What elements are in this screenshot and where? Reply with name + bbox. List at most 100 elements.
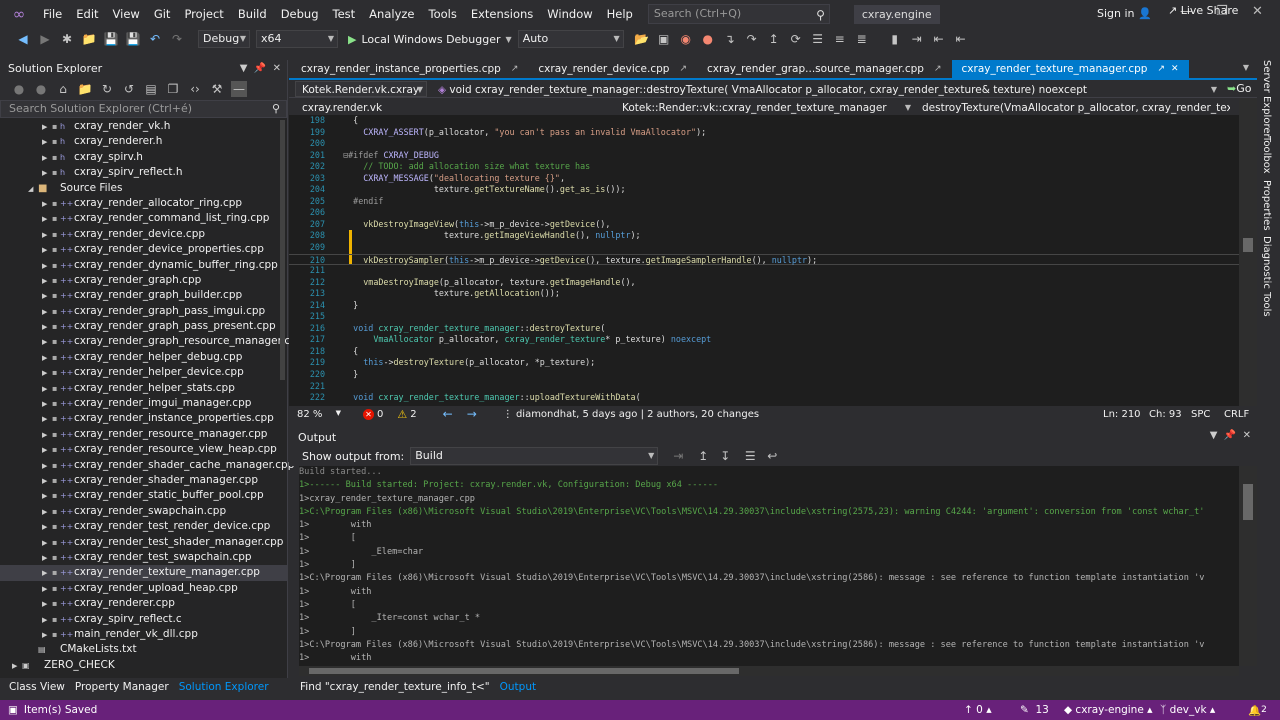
- pin-icon[interactable]: ↗: [934, 60, 942, 78]
- editor-tab[interactable]: cxray_render_grap...source_manager.cpp ↗: [697, 60, 952, 78]
- editor-tab[interactable]: cxray_render_texture_manager.cpp ↗ ✕: [951, 60, 1189, 78]
- branch-selector[interactable]: ᛉ dev_vk ▲: [1160, 704, 1215, 716]
- tree-file[interactable]: ▶ ▪ ++cxray_render_device_properties.cpp: [0, 242, 287, 257]
- word-wrap-icon[interactable]: ↩: [764, 448, 780, 464]
- collapsed-arrow-icon[interactable]: ▶: [42, 212, 52, 227]
- git-blame-info[interactable]: ⋮ diamondhat, 5 days ago | 2 authors, 20…: [503, 409, 759, 420]
- pending-changes-icon[interactable]: ↻: [99, 81, 115, 97]
- output-source-select[interactable]: Build ▼: [410, 447, 659, 465]
- tab-output[interactable]: Output: [495, 679, 541, 695]
- save-all-icon[interactable]: 💾: [125, 31, 141, 47]
- properties-wrench-icon[interactable]: ⚒: [209, 81, 225, 97]
- collapsed-arrow-icon[interactable]: ▶: [42, 597, 52, 612]
- tree-file[interactable]: ▤ CMakeLists.txt: [0, 642, 287, 657]
- back-icon[interactable]: ◀: [15, 31, 31, 47]
- configuration-select[interactable]: Debug ▼: [198, 30, 250, 48]
- uncomment-icon[interactable]: ≣: [854, 31, 870, 47]
- editor-tab[interactable]: cxray_render_device.cpp ↗: [528, 60, 697, 78]
- step-over-icon[interactable]: ↷: [744, 31, 760, 47]
- code-view-icon[interactable]: ‹›: [187, 81, 203, 97]
- menu-project[interactable]: Project: [177, 0, 230, 28]
- menu-view[interactable]: View: [106, 0, 147, 28]
- tree-file[interactable]: ▶ ▪ ++cxray_render_dynamic_buffer_ring.cp…: [0, 258, 287, 273]
- code-editor[interactable]: 198 { 199 CXRAY_ASSERT(p_allocator, "you…: [289, 115, 1239, 406]
- tree-file[interactable]: ▶ ▪ ++cxray_render_resource_view_heap.cpp: [0, 442, 287, 457]
- tree-file[interactable]: ▶ ▪ ++cxray_render_helper_device.cpp: [0, 365, 287, 380]
- platform-select[interactable]: x64 ▼: [256, 30, 338, 48]
- editor-vertical-scrollbar[interactable]: [1239, 98, 1257, 406]
- bookmark-icon[interactable]: ▮: [887, 31, 903, 47]
- collapsed-arrow-icon[interactable]: ▶: [42, 335, 52, 350]
- show-all-files-icon[interactable]: ❐: [165, 81, 181, 97]
- tree-file[interactable]: ▶ ▪ h cxray_renderer.h: [0, 134, 287, 149]
- next-message-icon[interactable]: ↧: [717, 448, 733, 464]
- tab-toolbox[interactable]: Toolbox: [1261, 136, 1272, 174]
- collapsed-arrow-icon[interactable]: ▶: [42, 351, 52, 366]
- menu-file[interactable]: File: [36, 0, 69, 28]
- project-dropdown[interactable]: Kotek.Render.vk.cxray ▼: [295, 80, 427, 97]
- output-horizontal-scrollbar[interactable]: [299, 666, 1239, 676]
- sync-icon[interactable]: ↺: [121, 81, 137, 97]
- tree-file[interactable]: ▶ ▪ ++cxray_render_helper_stats.cpp: [0, 381, 287, 396]
- collapsed-arrow-icon[interactable]: ▶: [42, 320, 52, 335]
- tree-file[interactable]: ▶ ▪ h cxray_spirv_reflect.h: [0, 165, 287, 180]
- tree-folder[interactable]: ◢ ■ Source Files: [0, 181, 287, 196]
- tab-server-explorer[interactable]: Server Explorer: [1261, 60, 1272, 138]
- collapsed-arrow-icon[interactable]: ▶: [42, 289, 52, 304]
- menu-window[interactable]: Window: [540, 0, 599, 28]
- collapsed-arrow-icon[interactable]: ▶: [42, 443, 52, 458]
- save-icon[interactable]: 💾: [103, 31, 119, 47]
- collapsed-arrow-icon[interactable]: ▶: [42, 243, 52, 258]
- collapsed-arrow-icon[interactable]: ▶: [42, 305, 52, 320]
- output-text[interactable]: Build started... 1>------ Build started: …: [299, 466, 1239, 666]
- tree-file[interactable]: ▶ ▪ ++cxray_render_shader_manager.cpp: [0, 473, 287, 488]
- search-input[interactable]: Search (Ctrl+Q) ⚲: [647, 4, 830, 24]
- tree-file[interactable]: ▶ ▪ ++cxray_render_allocator_ring.cpp: [0, 196, 287, 211]
- editor-tab[interactable]: cxray_render_instance_properties.cpp ↗: [291, 60, 528, 78]
- collapsed-arrow-icon[interactable]: ▶: [42, 489, 52, 504]
- collapsed-arrow-icon[interactable]: ▶: [42, 412, 52, 427]
- collapse-all-icon[interactable]: ▤: [143, 81, 159, 97]
- tree-file[interactable]: ▶ ▪ ++cxray_spirv_reflect.c: [0, 612, 287, 627]
- close-tab-icon[interactable]: ✕: [1171, 60, 1179, 78]
- close-icon[interactable]: ✕: [273, 63, 281, 74]
- home-icon[interactable]: ⌂: [55, 81, 71, 97]
- pending-changes[interactable]: ✎ 13: [1020, 704, 1049, 716]
- tab-properties[interactable]: Properties: [1261, 180, 1272, 231]
- zoom-select[interactable]: 82 % ▼: [297, 409, 341, 420]
- prev-bookmark-icon[interactable]: ⇤: [931, 31, 947, 47]
- tab-solution-explorer[interactable]: Solution Explorer: [174, 679, 274, 695]
- live-share-button[interactable]: ↗ Live Share: [1168, 4, 1238, 17]
- tab-overflow-icon[interactable]: ▼: [1243, 63, 1249, 72]
- close-icon[interactable]: ✕: [1252, 4, 1263, 19]
- breakpoint-icon[interactable]: ●: [700, 31, 716, 47]
- menu-extensions[interactable]: Extensions: [464, 0, 540, 28]
- preview-icon[interactable]: —: [231, 81, 247, 97]
- next-bookmark-icon[interactable]: ⇥: [909, 31, 925, 47]
- back-icon[interactable]: ●: [11, 81, 27, 97]
- tree-file[interactable]: ▶ ▪ ++cxray_render_texture_manager.cpp: [0, 565, 287, 581]
- collapsed-arrow-icon[interactable]: ▶: [42, 474, 52, 489]
- tree-file[interactable]: ▶ ▪ ++cxray_render_graph_pass_imgui.cpp: [0, 304, 287, 319]
- collapsed-arrow-icon[interactable]: ▶: [12, 659, 22, 674]
- pin-icon[interactable]: 📌: [1224, 430, 1236, 441]
- prev-issue-icon[interactable]: ←: [443, 407, 453, 421]
- tree-file[interactable]: ▶ ▪ ++cxray_render_resource_manager.cpp: [0, 427, 287, 442]
- collapsed-arrow-icon[interactable]: ▶: [42, 228, 52, 243]
- collapsed-arrow-icon[interactable]: ▶: [42, 613, 52, 628]
- step-out-icon[interactable]: ↥: [766, 31, 782, 47]
- redo-icon[interactable]: ↷: [169, 31, 185, 47]
- collapsed-arrow-icon[interactable]: ▶: [42, 459, 52, 474]
- scroll-thumb[interactable]: [1243, 238, 1253, 252]
- tab-property-manager[interactable]: Property Manager: [70, 679, 174, 695]
- solution-search-input[interactable]: Search Solution Explorer (Ctrl+é) ⚲: [0, 100, 287, 118]
- menu-analyze[interactable]: Analyze: [362, 0, 421, 28]
- repository-selector[interactable]: ◆ cxray-engine ▲: [1064, 704, 1153, 716]
- pin-icon[interactable]: ↗: [679, 60, 687, 78]
- tree-file[interactable]: ▶ ▪ ++main_render_vk_dll.cpp: [0, 627, 287, 642]
- member-dropdown[interactable]: destroyTexture(VmaAllocator p_allocator,…: [915, 98, 1231, 115]
- scope-dropdown[interactable]: ◈ void cxray_render_texture_manager::des…: [431, 80, 1221, 97]
- expanded-arrow-icon[interactable]: ◢: [28, 182, 38, 197]
- collapsed-arrow-icon[interactable]: ▶: [42, 628, 52, 643]
- tree-file[interactable]: ▶ ▪ ++cxray_render_command_list_ring.cpp: [0, 211, 287, 226]
